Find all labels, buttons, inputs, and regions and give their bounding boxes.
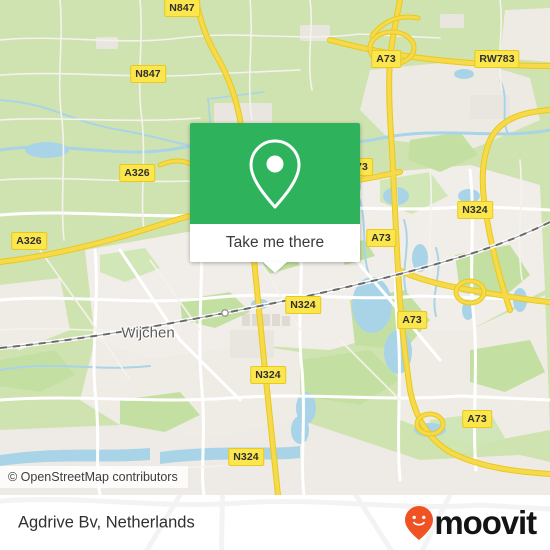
- footer-bar: Agdrive Bv, Netherlands moovit: [0, 495, 550, 550]
- city-label-wijchen: Wijchen: [121, 324, 175, 342]
- road-shield-a73-south[interactable]: A73: [462, 410, 492, 428]
- map-viewport[interactable]: Wijchen N847 N847 A73 RW783 A326 73 N324…: [0, 0, 550, 495]
- location-popup-card[interactable]: Take me there: [190, 123, 360, 273]
- location-title: Agdrive Bv, Netherlands: [18, 513, 195, 531]
- popup-icon-panel: [190, 123, 360, 224]
- road-shield-a326-north[interactable]: A326: [119, 164, 155, 182]
- road-shield-a73-north[interactable]: A73: [371, 50, 401, 68]
- road-shield-a73-center[interactable]: A73: [397, 311, 427, 329]
- road-shield-n324-east[interactable]: N324: [457, 201, 493, 219]
- road-shield-a73-mid[interactable]: A73: [366, 229, 396, 247]
- moovit-pin-icon: [405, 505, 434, 540]
- popup-pointer-tail: [263, 262, 287, 273]
- road-shield-n324-south[interactable]: N324: [250, 366, 286, 384]
- popup-action-panel[interactable]: Take me there: [190, 224, 360, 262]
- road-shield-n324-center[interactable]: N324: [285, 296, 321, 314]
- road-shield-n847-north[interactable]: N847: [164, 0, 200, 17]
- osm-attribution[interactable]: © OpenStreetMap contributors: [0, 466, 188, 488]
- road-shield-rw783[interactable]: RW783: [474, 50, 520, 68]
- take-me-there-label: Take me there: [225, 234, 325, 252]
- road-shield-n847[interactable]: N847: [130, 65, 166, 83]
- moovit-map-screenshot: Wijchen N847 N847 A73 RW783 A326 73 N324…: [0, 0, 550, 550]
- road-shield-a326-west[interactable]: A326: [11, 232, 47, 250]
- moovit-logo[interactable]: moovit: [404, 504, 537, 541]
- road-shield-n324-bottom[interactable]: N324: [228, 448, 264, 466]
- moovit-wordmark: moovit: [434, 504, 537, 541]
- map-pin-icon: [249, 139, 301, 208]
